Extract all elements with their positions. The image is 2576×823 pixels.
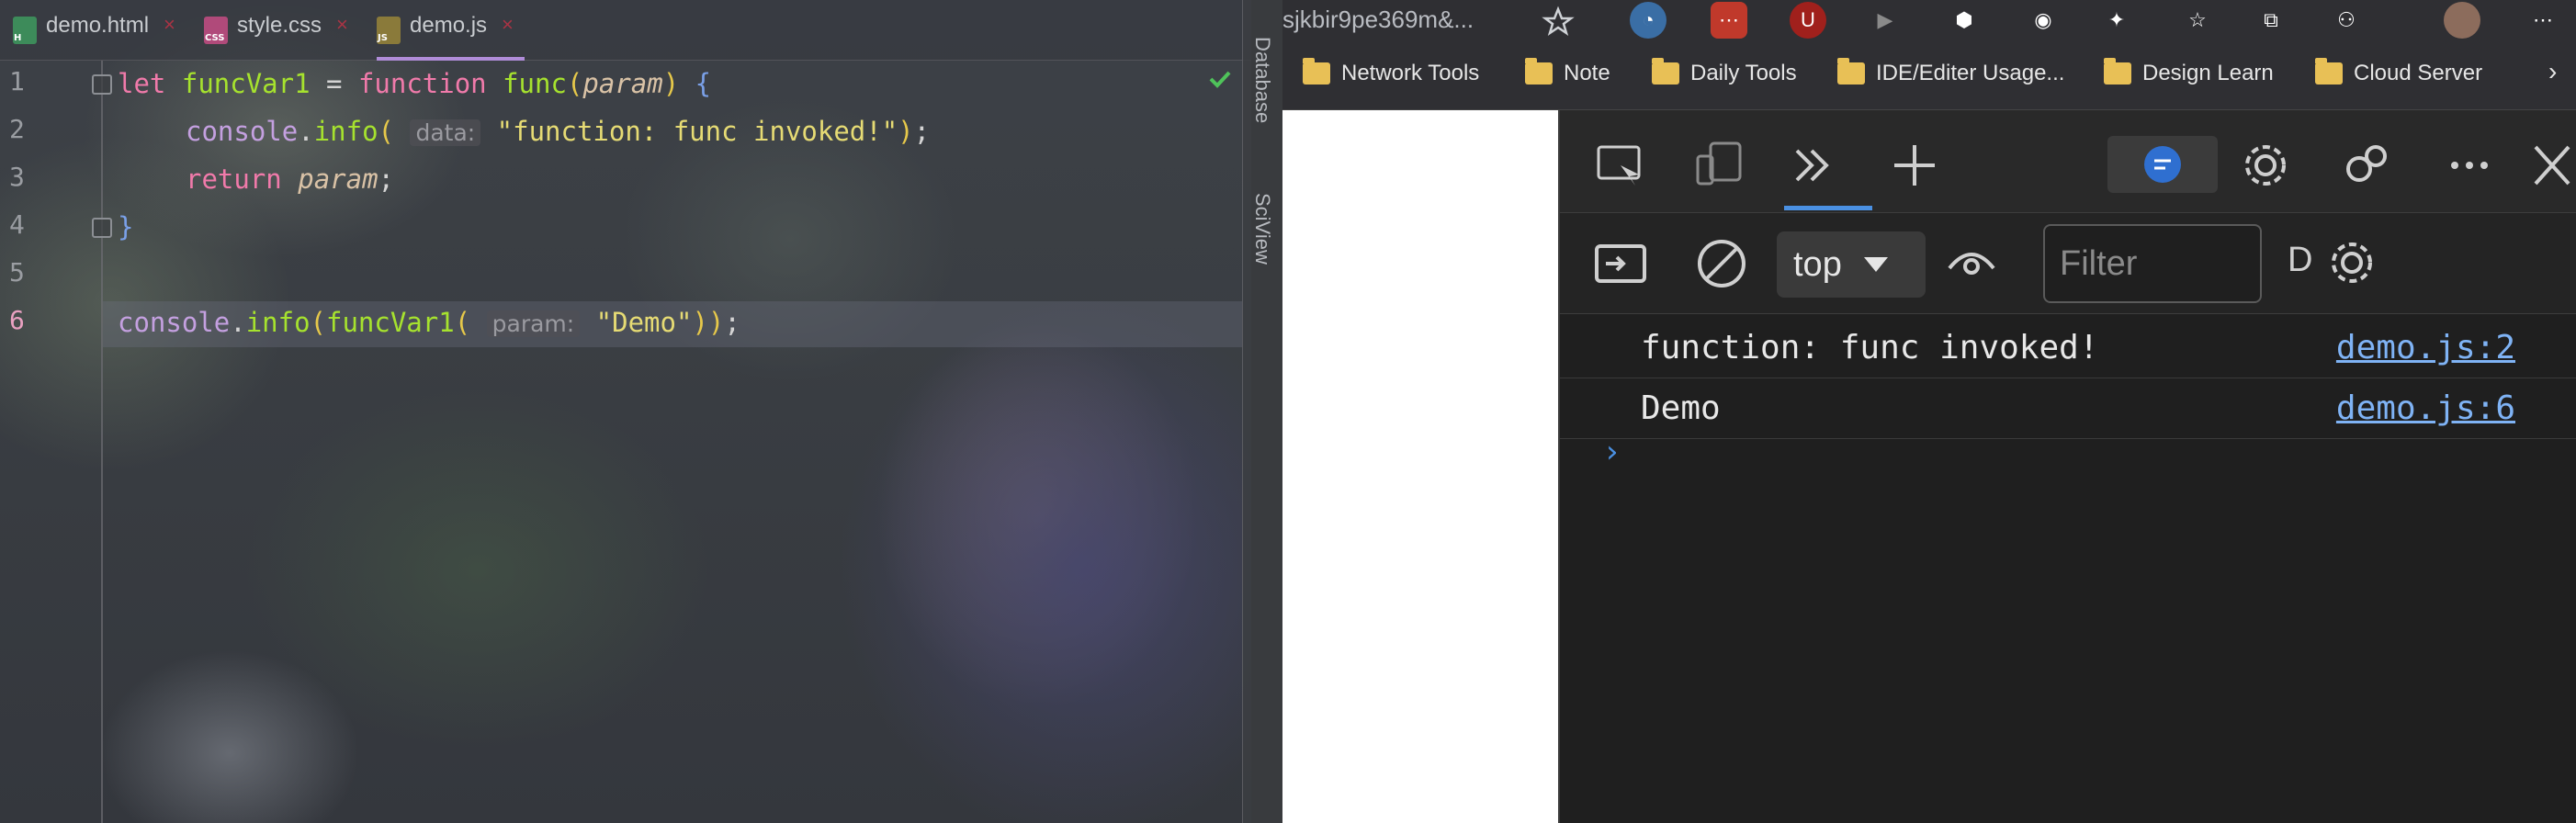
more-tabs-chevron-icon[interactable] [1784, 138, 1839, 193]
console-prompt-chevron-icon[interactable]: › [1606, 434, 1619, 470]
tab-demo-html[interactable]: H demo.html × [13, 13, 175, 61]
bookmark-folder[interactable]: Design Learn [2104, 58, 2274, 86]
bookmark-folder[interactable]: Daily Tools [1652, 58, 1797, 86]
devtools-panel: D top function: func invoked! demo.js:2 … [1558, 110, 2576, 823]
filter-input[interactable] [2043, 224, 2262, 303]
source-link[interactable]: demo.js:2 [2336, 329, 2515, 366]
folder-icon [1652, 58, 1679, 85]
glasses-icon[interactable]: ◉ [2025, 2, 2062, 39]
line-number: 1 [9, 66, 25, 96]
favorites-icon[interactable]: ☆ [2179, 2, 2216, 39]
feedback-icon[interactable] [2107, 136, 2218, 193]
context-select[interactable]: top [1777, 231, 1926, 298]
folder-icon [1525, 58, 1553, 85]
collections-icon[interactable]: ⧉ [2253, 2, 2289, 39]
ide-window: H demo.html × CSS style.css × JS demo.js… [0, 0, 1251, 823]
play-icon[interactable]: ▶ [1867, 2, 1904, 39]
more-icon[interactable]: ⋯ [2525, 2, 2561, 39]
tab-label: demo.js [410, 13, 488, 38]
folder-icon [1837, 58, 1865, 85]
profile-share-icon[interactable]: ⚇ [2328, 2, 2365, 39]
more-options-icon[interactable] [2442, 138, 2497, 193]
bookmark-folder[interactable]: Network Tools [1303, 58, 1479, 86]
url-text[interactable]: sjkbir9pe369m&... [1282, 6, 1474, 34]
star-add-icon[interactable] [1542, 4, 1578, 40]
js-file-icon: JS [377, 17, 401, 44]
device-emulation-icon[interactable] [1692, 138, 1747, 193]
close-icon[interactable]: × [164, 13, 175, 37]
avatar[interactable] [2444, 2, 2480, 39]
sciview-tool-button[interactable]: SciView [1250, 193, 1274, 265]
code-editor[interactable]: let funcVar1 = function func(param) { co… [118, 61, 1229, 823]
line-number: 2 [9, 114, 25, 144]
code-line-3: return param; [186, 163, 395, 195]
close-icon[interactable] [2526, 138, 2576, 193]
cube-icon[interactable]: ⬢ [1946, 2, 1983, 39]
line-number: 5 [9, 257, 25, 287]
folder-icon [2104, 58, 2131, 85]
chevron-right-icon[interactable]: › [2548, 57, 2557, 86]
truncated-label: D [2288, 241, 2313, 279]
address-bar[interactable]: sjkbir9pe369m&... ◔ ⋯ U ▶ ⬢ ◉ ✦ ☆ ⧉ ⚇ ⋯ [1282, 0, 2576, 44]
console-message: Demo [1641, 389, 1721, 427]
line-number: 4 [9, 209, 25, 240]
line-number: 3 [9, 162, 25, 192]
puzzle-icon[interactable]: ✦ [2098, 2, 2135, 39]
chevron-down-icon [1863, 257, 1888, 272]
web-page-viewport[interactable] [1282, 110, 1558, 823]
ublock-icon[interactable]: U [1790, 2, 1826, 39]
bookmark-folder[interactable]: Note [1525, 58, 1610, 86]
tab-demo-js[interactable]: JS demo.js × [377, 13, 525, 61]
console-message-row: Demo demo.js:6 [1560, 378, 2576, 439]
parameter-hint: data: [410, 119, 481, 146]
tab-label: demo.html [46, 13, 150, 38]
close-icon[interactable]: × [336, 13, 348, 37]
bookmark-folder[interactable]: Cloud Server [2315, 58, 2482, 86]
tab-label: style.css [237, 13, 322, 38]
bookmarks-bar: Network Tools Note Daily Tools IDE/Edite… [1282, 44, 2576, 110]
line-number-gutter: 1 2 3 4 5 6 [0, 61, 112, 823]
customize-icon[interactable] [2339, 138, 2394, 193]
html-file-icon: H [13, 17, 37, 44]
clear-console-icon[interactable] [1694, 235, 1749, 290]
fold-marker-icon[interactable] [92, 74, 112, 95]
css-file-icon: CSS [204, 17, 228, 44]
console-message: function: func invoked! [1641, 329, 2099, 366]
live-expression-eye-icon[interactable] [1944, 235, 1999, 290]
screen: H demo.html × CSS style.css × JS demo.js… [0, 0, 2576, 823]
check-icon[interactable] [1209, 70, 1231, 88]
line-number-current: 6 [9, 305, 25, 335]
tab-style-css[interactable]: CSS style.css × [204, 13, 348, 61]
active-tab-indicator [1784, 206, 1872, 210]
browser-window: sjkbir9pe369m&... ◔ ⋯ U ▶ ⬢ ◉ ✦ ☆ ⧉ ⚇ ⋯ … [1282, 0, 2576, 823]
editor-tab-bar: H demo.html × CSS style.css × JS demo.js… [0, 0, 1251, 61]
console-message-row: function: func invoked! demo.js:2 [1560, 318, 2576, 378]
close-icon[interactable]: × [502, 13, 514, 37]
code-line-6: console.info(funcVar1( param: "Demo")); [118, 307, 740, 338]
code-line-4: } [118, 211, 134, 242]
dots-icon[interactable]: ⋯ [1711, 2, 1747, 39]
parameter-hint: param: [486, 310, 581, 337]
folder-icon [1303, 58, 1330, 85]
inspect-element-icon[interactable] [1593, 138, 1648, 193]
add-tab-icon[interactable] [1887, 138, 1942, 193]
database-tool-button[interactable]: Database [1250, 37, 1274, 123]
code-line-2: console.info( data: "function: func invo… [186, 116, 931, 147]
devtools-main-toolbar [1560, 110, 2576, 213]
gear-icon[interactable] [2324, 235, 2379, 290]
pie-icon[interactable]: ◔ [1630, 2, 1666, 39]
ide-right-tool-strip: Database SciView [1242, 0, 1282, 823]
source-link[interactable]: demo.js:6 [2336, 389, 2515, 427]
fold-marker-icon[interactable] [92, 218, 112, 238]
bookmark-folder[interactable]: IDE/Editer Usage... [1837, 58, 2064, 86]
gear-icon[interactable] [2238, 138, 2293, 193]
folder-icon [2315, 58, 2343, 85]
sidebar-toggle-icon[interactable] [1593, 235, 1648, 290]
code-line-1: let funcVar1 = function func(param) { [118, 68, 712, 99]
